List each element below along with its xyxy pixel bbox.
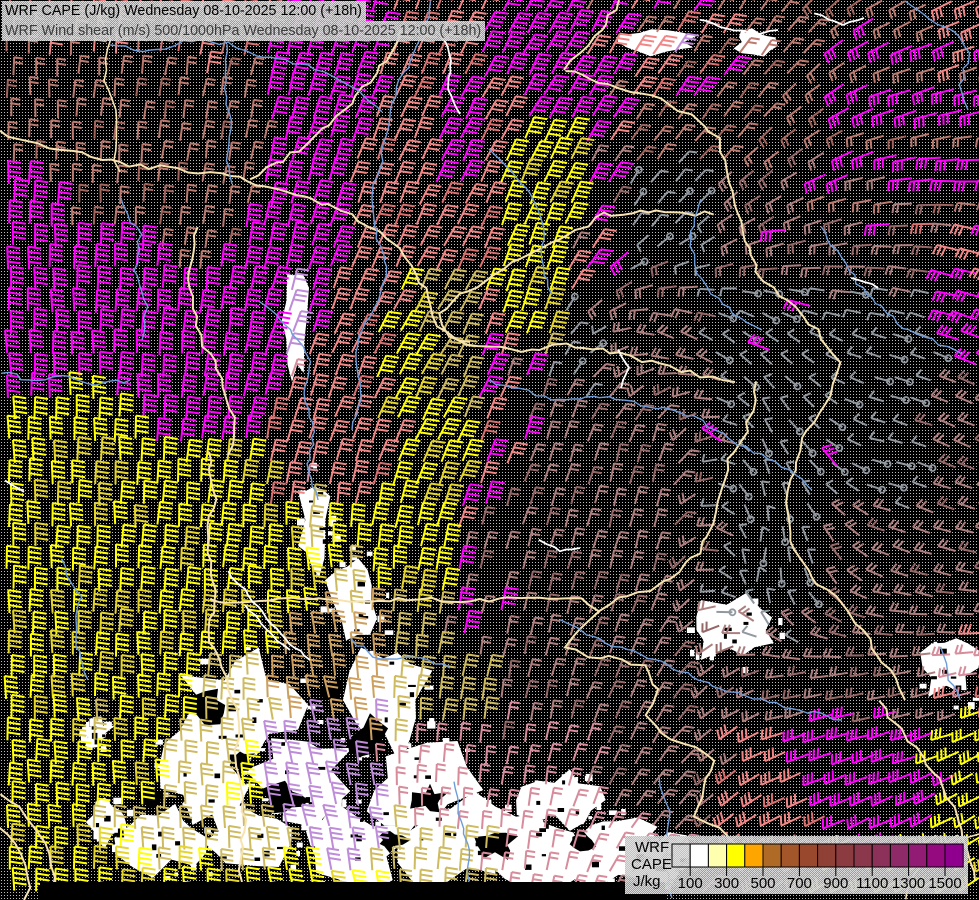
svg-text:700: 700: [787, 875, 812, 892]
svg-text:100: 100: [678, 875, 703, 892]
svg-text:1300: 1300: [892, 875, 925, 892]
svg-text:1500: 1500: [928, 875, 961, 892]
svg-text:300: 300: [714, 875, 739, 892]
svg-text:1100: 1100: [856, 875, 888, 892]
svg-text:500: 500: [750, 875, 775, 892]
svg-text:900: 900: [823, 875, 848, 892]
